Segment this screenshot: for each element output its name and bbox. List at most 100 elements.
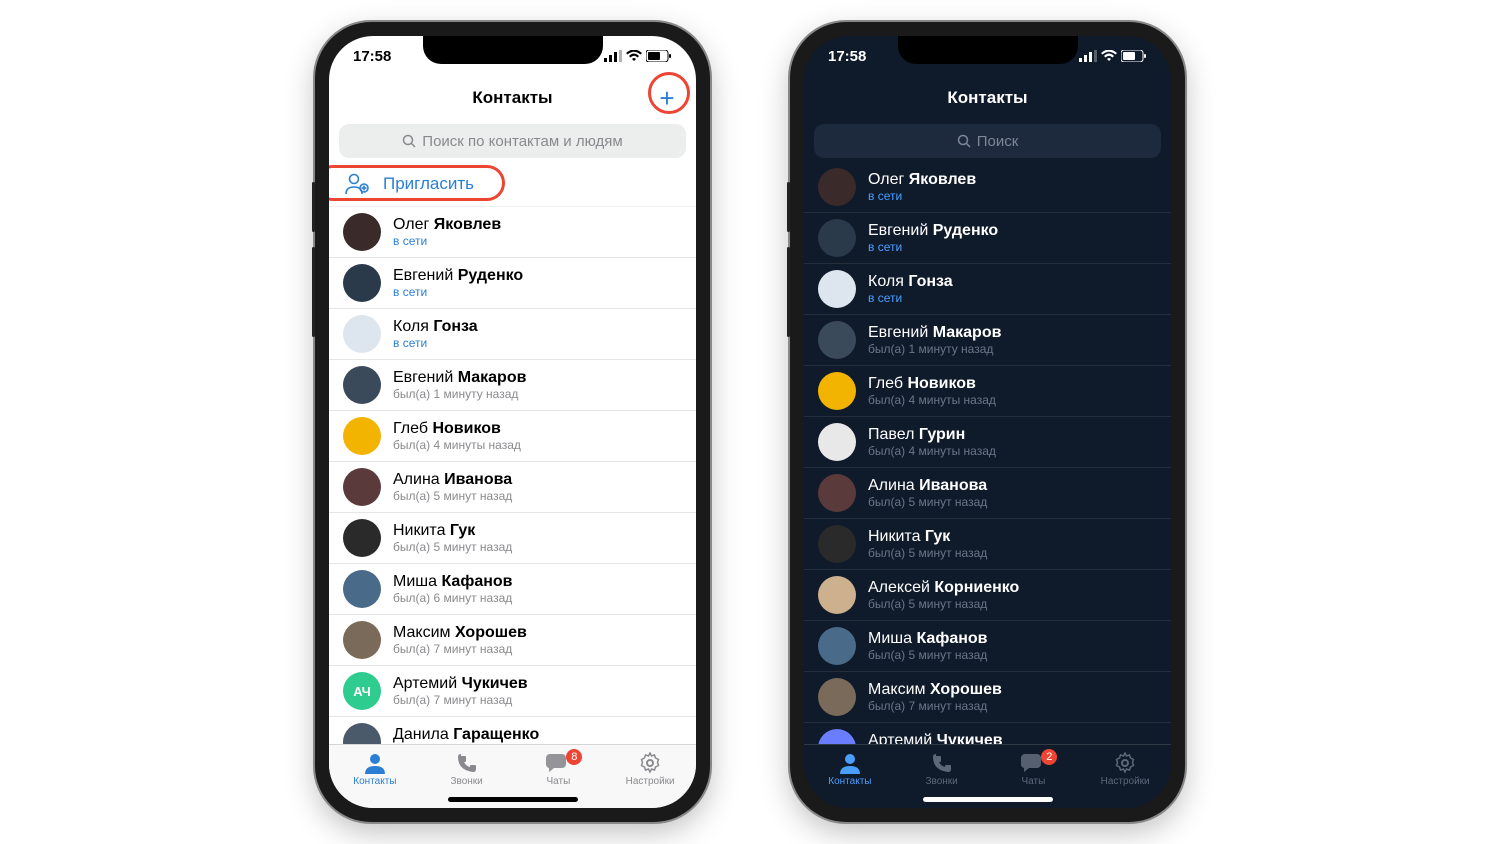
tab-settings[interactable]: Настройки bbox=[604, 751, 696, 787]
contacts-icon bbox=[362, 751, 388, 775]
contact-name: Евгений Макаров bbox=[868, 323, 1001, 342]
tab-settings[interactable]: Настройки bbox=[1079, 751, 1171, 787]
avatar bbox=[818, 168, 856, 206]
contact-text: Коля Гонзав сети bbox=[393, 317, 478, 351]
contact-text: Алексей Корниенкобыл(а) 5 минут назад bbox=[868, 578, 1019, 612]
contact-row[interactable]: Глеб Новиковбыл(а) 4 минуты назад bbox=[804, 366, 1171, 417]
invite-icon bbox=[343, 172, 371, 196]
contact-text: Максим Хорошевбыл(а) 7 минут назад bbox=[393, 623, 527, 657]
invite-button[interactable]: Пригласить bbox=[329, 162, 696, 207]
tab-contacts-label: Контакты bbox=[828, 776, 871, 787]
invite-label: Пригласить bbox=[383, 174, 474, 194]
avatar bbox=[818, 525, 856, 563]
contact-status: был(а) 5 минут назад bbox=[868, 495, 987, 509]
avatar bbox=[818, 627, 856, 665]
search-input[interactable]: Поиск bbox=[814, 124, 1161, 158]
contact-row[interactable]: Коля Гонзав сети bbox=[804, 264, 1171, 315]
contact-text: Миша Кафановбыл(а) 5 минут назад bbox=[868, 629, 987, 663]
contact-name: Олег Яковлев bbox=[393, 215, 501, 234]
contact-text: Евгений Макаровбыл(а) 1 минуту назад bbox=[868, 323, 1001, 357]
avatar bbox=[343, 366, 381, 404]
contact-row[interactable]: Алексей Корниенкобыл(а) 5 минут назад bbox=[804, 570, 1171, 621]
avatar bbox=[343, 519, 381, 557]
contact-name: Евгений Руденко bbox=[393, 266, 523, 285]
home-indicator[interactable] bbox=[923, 797, 1053, 802]
contact-row[interactable]: Никита Гукбыл(а) 5 минут назад bbox=[329, 513, 696, 564]
contact-row[interactable]: Евгений Руденков сети bbox=[329, 258, 696, 309]
contact-row[interactable]: Никита Гукбыл(а) 5 минут назад bbox=[804, 519, 1171, 570]
contact-row[interactable]: Евгений Макаровбыл(а) 1 минуту назад bbox=[329, 360, 696, 411]
contact-text: Глеб Новиковбыл(а) 4 минуты назад bbox=[868, 374, 996, 408]
search-placeholder: Поиск по контактам и людям bbox=[422, 133, 622, 150]
contact-row[interactable]: АЧАртемий Чукичевбыл(а) 7 минут назад bbox=[329, 666, 696, 717]
contact-status: был(а) 4 минуты назад bbox=[393, 438, 521, 452]
battery-icon bbox=[1121, 50, 1147, 62]
avatar bbox=[818, 270, 856, 308]
phone-light: 17:58 Контакты + Поиск по кон bbox=[315, 22, 710, 822]
tab-calls[interactable]: Звонки bbox=[896, 751, 988, 787]
contact-text: Артемий Чукичевбыл(а) 7 минут назад bbox=[868, 731, 1003, 744]
contact-row[interactable]: Миша Кафановбыл(а) 5 минут назад bbox=[804, 621, 1171, 672]
tab-contacts[interactable]: Контакты bbox=[329, 751, 421, 787]
contact-row[interactable]: Максим Хорошевбыл(а) 7 минут назад bbox=[804, 672, 1171, 723]
tab-calls-label: Звонки bbox=[925, 776, 957, 787]
contact-row[interactable]: Данила Гаращенкобыл(а) 9 минут назад bbox=[329, 717, 696, 744]
contact-name: Максим Хорошев bbox=[868, 680, 1002, 699]
contact-row[interactable]: Коля Гонзав сети bbox=[329, 309, 696, 360]
tab-calls[interactable]: Звонки bbox=[421, 751, 513, 787]
contact-name: Алина Иванова bbox=[393, 470, 512, 489]
contact-row[interactable]: Глеб Новиковбыл(а) 4 минуты назад bbox=[329, 411, 696, 462]
contact-name: Максим Хорошев bbox=[393, 623, 527, 642]
contact-text: Глеб Новиковбыл(а) 4 минуты назад bbox=[393, 419, 521, 453]
contact-text: Никита Гукбыл(а) 5 минут назад bbox=[868, 527, 987, 561]
notch bbox=[898, 36, 1078, 64]
contact-name: Алина Иванова bbox=[868, 476, 987, 495]
contact-text: Евгений Макаровбыл(а) 1 минуту назад bbox=[393, 368, 526, 402]
contact-row[interactable]: Евгений Макаровбыл(а) 1 минуту назад bbox=[804, 315, 1171, 366]
contact-row[interactable]: АЧАртемий Чукичевбыл(а) 7 минут назад bbox=[804, 723, 1171, 744]
contact-status: в сети bbox=[393, 285, 523, 299]
contact-name: Алексей Корниенко bbox=[868, 578, 1019, 597]
contact-status: был(а) 7 минут назад bbox=[393, 642, 527, 656]
add-contact-button[interactable]: + bbox=[652, 83, 682, 113]
contact-status: был(а) 1 минуту назад bbox=[868, 342, 1001, 356]
contact-row[interactable]: Алина Ивановабыл(а) 5 минут назад bbox=[329, 462, 696, 513]
tab-contacts[interactable]: Контакты bbox=[804, 751, 896, 787]
navbar: Контакты bbox=[804, 76, 1171, 120]
contact-row[interactable]: Павел Гуринбыл(а) 4 минуты назад bbox=[804, 417, 1171, 468]
wifi-icon bbox=[626, 50, 642, 62]
search-icon bbox=[957, 134, 971, 148]
contact-status: был(а) 4 минуты назад bbox=[868, 444, 996, 458]
contact-text: Олег Яковлевв сети bbox=[393, 215, 501, 249]
home-indicator[interactable] bbox=[448, 797, 578, 802]
contact-text: Олег Яковлевв сети bbox=[868, 170, 976, 204]
contact-text: Данила Гаращенкобыл(а) 9 минут назад bbox=[393, 725, 539, 744]
avatar bbox=[818, 576, 856, 614]
tab-chats[interactable]: Чаты 2 bbox=[988, 751, 1080, 787]
contact-list-dark[interactable]: Олег Яковлевв сети Евгений Руденков сетиК… bbox=[804, 162, 1171, 744]
avatar bbox=[343, 621, 381, 659]
contact-name: Олег Яковлев bbox=[868, 170, 976, 189]
contact-name: Данила Гаращенко bbox=[393, 725, 539, 744]
contact-list-light[interactable]: Олег Яковлевв сетиЕвгений Руденков сетиК… bbox=[329, 207, 696, 744]
contact-row[interactable]: Максим Хорошевбыл(а) 7 минут назад bbox=[329, 615, 696, 666]
contact-row[interactable]: Алина Ивановабыл(а) 5 минут назад bbox=[804, 468, 1171, 519]
contact-row[interactable]: Евгений Руденков сети bbox=[804, 213, 1171, 264]
tab-contacts-label: Контакты bbox=[353, 776, 396, 787]
tab-chats[interactable]: Чаты 8 bbox=[513, 751, 605, 787]
contact-text: Алина Ивановабыл(а) 5 минут назад bbox=[393, 470, 512, 504]
contact-status: был(а) 1 минуту назад bbox=[393, 387, 526, 401]
contact-status: в сети bbox=[868, 189, 976, 203]
gear-icon bbox=[637, 751, 663, 775]
contact-row[interactable]: Миша Кафановбыл(а) 6 минут назад bbox=[329, 564, 696, 615]
contact-row[interactable]: Олег Яковлевв сети bbox=[329, 207, 696, 258]
contact-row[interactable]: Олег Яковлевв сети bbox=[804, 162, 1171, 213]
wifi-icon bbox=[1101, 50, 1117, 62]
gear-icon bbox=[1112, 751, 1138, 775]
avatar bbox=[818, 321, 856, 359]
navbar: Контакты + bbox=[329, 76, 696, 120]
screen-dark: 17:58 Контакты Поиск Олег Яковлевв сетиЕ… bbox=[804, 36, 1171, 808]
search-input[interactable]: Поиск по контактам и людям bbox=[339, 124, 686, 158]
contact-status: был(а) 4 минуты назад bbox=[868, 393, 996, 407]
avatar bbox=[343, 468, 381, 506]
